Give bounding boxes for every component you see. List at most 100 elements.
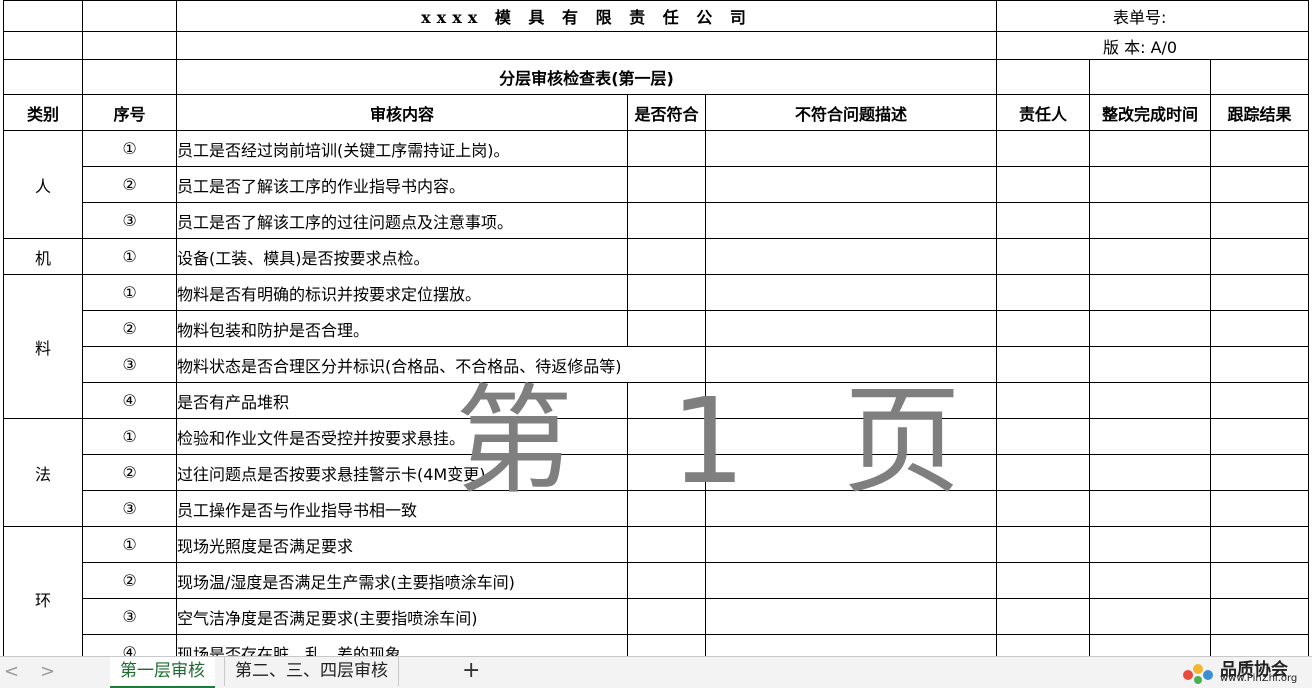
content-cell[interactable]: 过往问题点是否按要求悬挂警示卡(4M变更) (176, 454, 628, 491)
content-cell[interactable]: 是否有产品堆积 (176, 382, 628, 419)
owner-cell[interactable] (996, 454, 1090, 491)
cell-g3[interactable] (1089, 59, 1211, 95)
content-cell[interactable]: 员工操作是否与作业指导书相一致 (176, 490, 628, 527)
scroll-next-sheet-button[interactable]: > (40, 661, 55, 682)
issue-cell[interactable] (705, 166, 997, 203)
fix-time-cell[interactable] (1089, 310, 1211, 347)
tracking-cell[interactable] (1210, 202, 1309, 239)
company-name[interactable]: xxxx 模 具 有 限 责 任 公 司 (176, 0, 997, 32)
compliant-cell[interactable] (627, 274, 706, 311)
compliant-cell[interactable] (627, 490, 706, 527)
fix-time-cell[interactable] (1089, 526, 1211, 563)
fix-time-cell[interactable] (1089, 202, 1211, 239)
header-owner[interactable]: 责任人 (996, 94, 1090, 131)
issue-cell[interactable] (705, 418, 997, 455)
content-cell[interactable]: 设备(工装、模具)是否按要求点检。 (176, 238, 628, 275)
fix-time-cell[interactable] (1089, 490, 1211, 527)
cell-b1[interactable] (82, 0, 177, 32)
header-issue-desc[interactable]: 不符合问题描述 (705, 94, 997, 131)
compliant-cell[interactable] (627, 562, 706, 599)
content-cell[interactable]: 物料包装和防护是否合理。 (176, 310, 628, 347)
fix-time-cell[interactable] (1089, 562, 1211, 599)
owner-cell[interactable] (996, 526, 1090, 563)
content-cell[interactable]: 员工是否了解该工序的作业指导书内容。 (176, 166, 628, 203)
issue-cell[interactable] (705, 274, 997, 311)
fix-time-cell[interactable] (1089, 382, 1211, 419)
number-cell[interactable]: ③ (82, 490, 177, 527)
issue-cell[interactable] (705, 202, 997, 239)
fix-time-cell[interactable] (1089, 418, 1211, 455)
content-cell[interactable]: 空气洁净度是否满足要求(主要指喷涂车间) (176, 598, 628, 635)
fix-time-cell[interactable] (1089, 454, 1211, 491)
category-cell[interactable]: 机 (3, 238, 83, 275)
number-cell[interactable]: ① (82, 130, 177, 167)
content-cell[interactable]: 现场光照度是否满足要求 (176, 526, 628, 563)
fix-time-cell[interactable] (1089, 346, 1211, 383)
cell-b2[interactable] (82, 31, 177, 60)
owner-cell[interactable] (996, 130, 1090, 167)
issue-cell[interactable] (705, 634, 997, 656)
compliant-cell[interactable] (627, 598, 706, 635)
add-sheet-button[interactable]: + (462, 658, 480, 683)
owner-cell[interactable] (996, 238, 1090, 275)
scroll-prev-sheet-button[interactable]: < (4, 661, 19, 682)
number-cell[interactable]: ② (82, 562, 177, 599)
owner-cell[interactable] (996, 598, 1090, 635)
fix-time-cell[interactable] (1089, 634, 1211, 656)
cell-c2[interactable] (176, 31, 997, 60)
tracking-cell[interactable] (1210, 166, 1309, 203)
cell-h3[interactable] (1210, 59, 1309, 95)
compliant-cell[interactable] (627, 454, 706, 491)
fix-time-cell[interactable] (1089, 598, 1211, 635)
number-cell[interactable]: ② (82, 310, 177, 347)
content-cell[interactable]: 物料是否有明确的标识并按要求定位摆放。 (176, 274, 628, 311)
tracking-cell[interactable] (1210, 130, 1309, 167)
header-tracking[interactable]: 跟踪结果 (1210, 94, 1309, 131)
number-cell[interactable]: ④ (82, 634, 177, 656)
compliant-cell[interactable] (627, 166, 706, 203)
category-cell[interactable]: 法 (3, 418, 83, 527)
compliant-cell[interactable] (627, 202, 706, 239)
issue-cell[interactable] (705, 238, 997, 275)
fix-time-cell[interactable] (1089, 166, 1211, 203)
issue-cell[interactable] (705, 454, 997, 491)
issue-cell[interactable] (705, 562, 997, 599)
number-cell[interactable]: ① (82, 274, 177, 311)
owner-cell[interactable] (996, 274, 1090, 311)
issue-cell[interactable] (705, 490, 997, 527)
owner-cell[interactable] (996, 490, 1090, 527)
number-cell[interactable]: ② (82, 166, 177, 203)
issue-cell[interactable] (705, 346, 997, 383)
issue-cell[interactable] (705, 598, 997, 635)
tracking-cell[interactable] (1210, 454, 1309, 491)
compliant-cell[interactable] (627, 418, 706, 455)
owner-cell[interactable] (996, 310, 1090, 347)
cell-a1[interactable] (3, 0, 83, 32)
tracking-cell[interactable] (1210, 310, 1309, 347)
version-cell[interactable]: 版 本: A/0 (996, 31, 1309, 60)
owner-cell[interactable] (996, 562, 1090, 599)
issue-cell[interactable] (705, 526, 997, 563)
category-cell[interactable]: 料 (3, 274, 83, 419)
content-cell[interactable]: 员工是否了解该工序的过往问题点及注意事项。 (176, 202, 628, 239)
content-cell[interactable]: 现场是否存在脏、乱、差的现象 (176, 634, 628, 656)
number-cell[interactable]: ③ (82, 346, 177, 383)
tab-first-layer-audit[interactable]: 第一层审核 (110, 657, 215, 688)
tracking-cell[interactable] (1210, 490, 1309, 527)
content-cell[interactable]: 物料状态是否合理区分并标识(合格品、不合格品、待返修品等) (176, 346, 706, 383)
number-cell[interactable]: ③ (82, 202, 177, 239)
number-cell[interactable]: ② (82, 454, 177, 491)
header-content[interactable]: 审核内容 (176, 94, 628, 131)
owner-cell[interactable] (996, 346, 1090, 383)
compliant-cell[interactable] (627, 634, 706, 656)
owner-cell[interactable] (996, 202, 1090, 239)
header-fix-time[interactable]: 整改完成时间 (1089, 94, 1211, 131)
compliant-cell[interactable] (627, 526, 706, 563)
fix-time-cell[interactable] (1089, 274, 1211, 311)
number-cell[interactable]: ③ (82, 598, 177, 635)
owner-cell[interactable] (996, 634, 1090, 656)
tracking-cell[interactable] (1210, 382, 1309, 419)
spreadsheet-grid[interactable]: xxxx 模 具 有 限 责 任 公 司 表单号: 版 本: A/0 分层审核检… (0, 0, 1312, 656)
header-number[interactable]: 序号 (82, 94, 177, 131)
owner-cell[interactable] (996, 382, 1090, 419)
